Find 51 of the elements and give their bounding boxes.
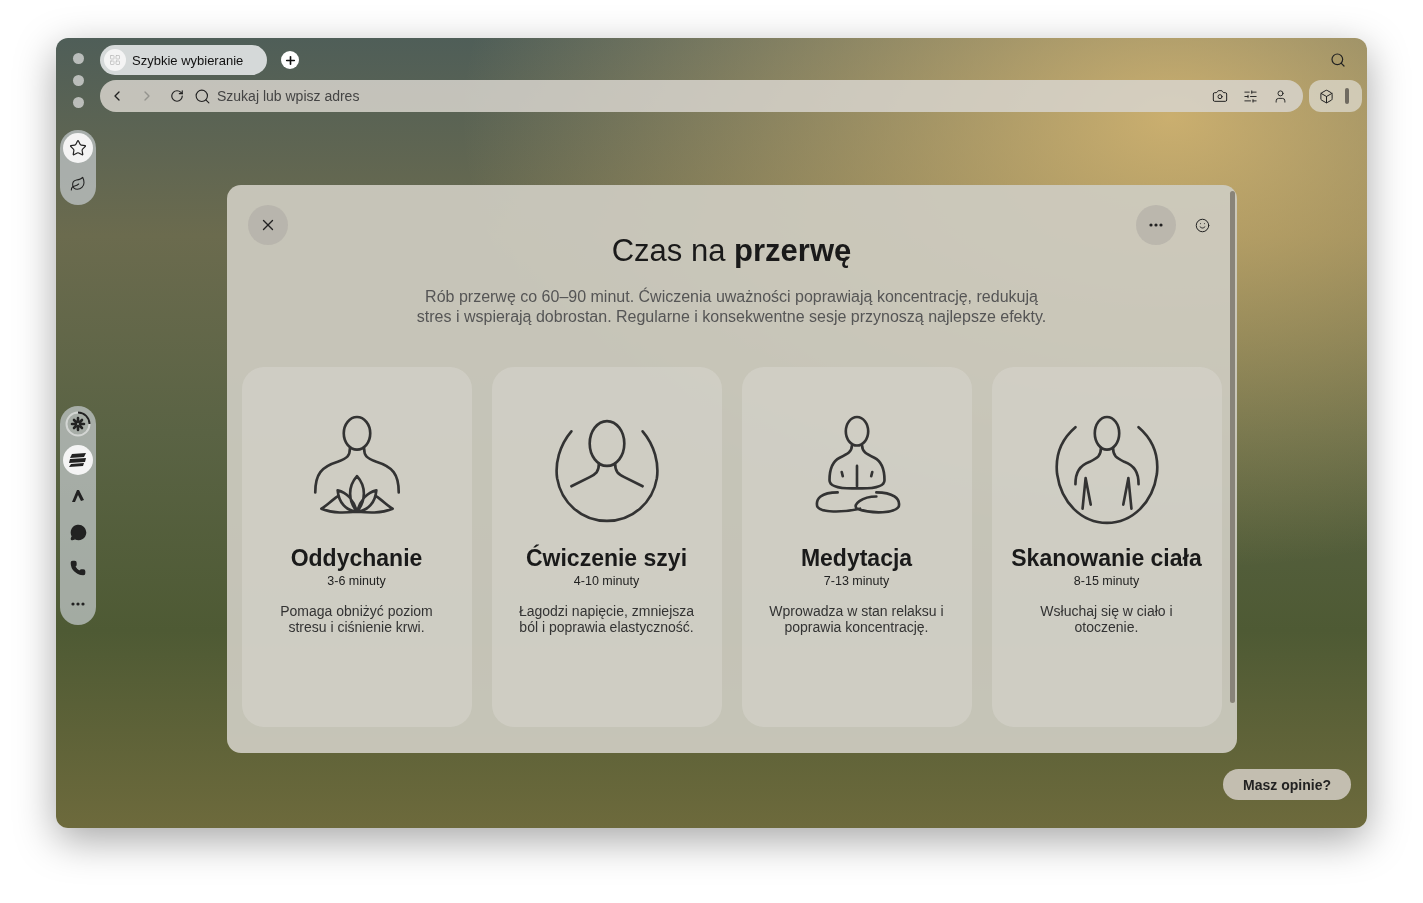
- card-duration: 3-6 minuty: [327, 574, 386, 588]
- chat-bubble-icon: [69, 523, 87, 541]
- scrollbar[interactable]: [1229, 191, 1235, 703]
- new-tab-button[interactable]: [281, 51, 299, 69]
- sidebar-item[interactable]: [63, 409, 93, 439]
- dialog-description: Rób przerwę co 60–90 minut. Ćwiczenia uważności poprawiają koncentrację, redukują stres i wspierają dobrostan. Regularne i konsekwentne sesje przynoszą najlepsze efekty.: [415, 287, 1048, 327]
- card-title: Ćwiczenie szyi: [525, 545, 688, 572]
- more-icon: [71, 602, 85, 606]
- peak-icon: [70, 488, 86, 504]
- exercise-card[interactable]: Ćwiczenie szyi 4-10 minuty Łagodzi napięcie, zmniejsza ból i poprawia elastyczność.: [491, 367, 722, 727]
- card-description: Pomaga obniżyć poziom stresu i ciśnienie krwi.: [279, 603, 434, 635]
- search-icon: [1330, 52, 1346, 68]
- card-duration: 4-10 minuty: [573, 574, 640, 588]
- grid-icon: [109, 54, 121, 66]
- panel-handle[interactable]: [1345, 88, 1349, 104]
- exercise-card[interactable]: Oddychanie 3-6 minuty Pomaga obniżyć poziom stresu i ciśnienie krwi.: [241, 367, 472, 727]
- address-input[interactable]: Szukaj lub wpisz adres: [215, 87, 1203, 105]
- smiley-icon: [1195, 217, 1210, 233]
- card-description: Wsłuchaj się w ciało i otoczenie.: [1039, 603, 1174, 635]
- exercise-card[interactable]: Medytacja 7-13 minuty Wprowadza w stan relaksu i poprawia koncentrację.: [741, 367, 972, 727]
- reload-icon: [170, 89, 184, 103]
- feedback-button[interactable]: Masz opinie?: [1223, 769, 1351, 800]
- window-control: [72, 75, 84, 86]
- card-title: Medytacja: [800, 545, 913, 572]
- exercise-card[interactable]: Skanowanie ciała 8-15 minuty Wsłuchaj się w ciało i otoczenie.: [991, 367, 1222, 727]
- card-title: Oddychanie: [290, 545, 423, 572]
- sliders-icon: [1242, 88, 1258, 104]
- close-button[interactable]: [247, 205, 288, 245]
- stripes-icon: [68, 453, 88, 467]
- user-icon: [1272, 88, 1288, 104]
- more-icon: [1148, 223, 1163, 227]
- sidebar-item[interactable]: [63, 445, 93, 475]
- camera-icon: [1212, 88, 1228, 104]
- search-icon: [194, 87, 211, 105]
- card-duration: 7-13 minuty: [823, 574, 890, 588]
- star-icon: [69, 139, 87, 157]
- sidebar-item[interactable]: [63, 133, 93, 163]
- pinwheel-icon: [65, 411, 91, 437]
- phone-icon: [70, 560, 86, 576]
- window-control: [72, 53, 84, 64]
- plus-icon: [283, 53, 297, 67]
- window-control: [72, 97, 84, 108]
- leaf-icon: [70, 176, 86, 192]
- cube-icon: [1318, 88, 1334, 104]
- card-description: Wprowadza w stan relaksu i poprawia koncentrację.: [768, 603, 945, 635]
- card-duration: 8-15 minuty: [1073, 574, 1140, 588]
- card-description: Łagodzi napięcie, zmniejsza ból i poprawia elastyczność.: [517, 603, 696, 635]
- browser-tab[interactable]: Szybkie wybieranie: [100, 45, 267, 75]
- address-bar[interactable]: Szukaj lub wpisz adres: [100, 80, 1303, 112]
- dialog-title: Czas na przerwę: [611, 233, 852, 269]
- card-title: Skanowanie ciała: [1011, 545, 1202, 572]
